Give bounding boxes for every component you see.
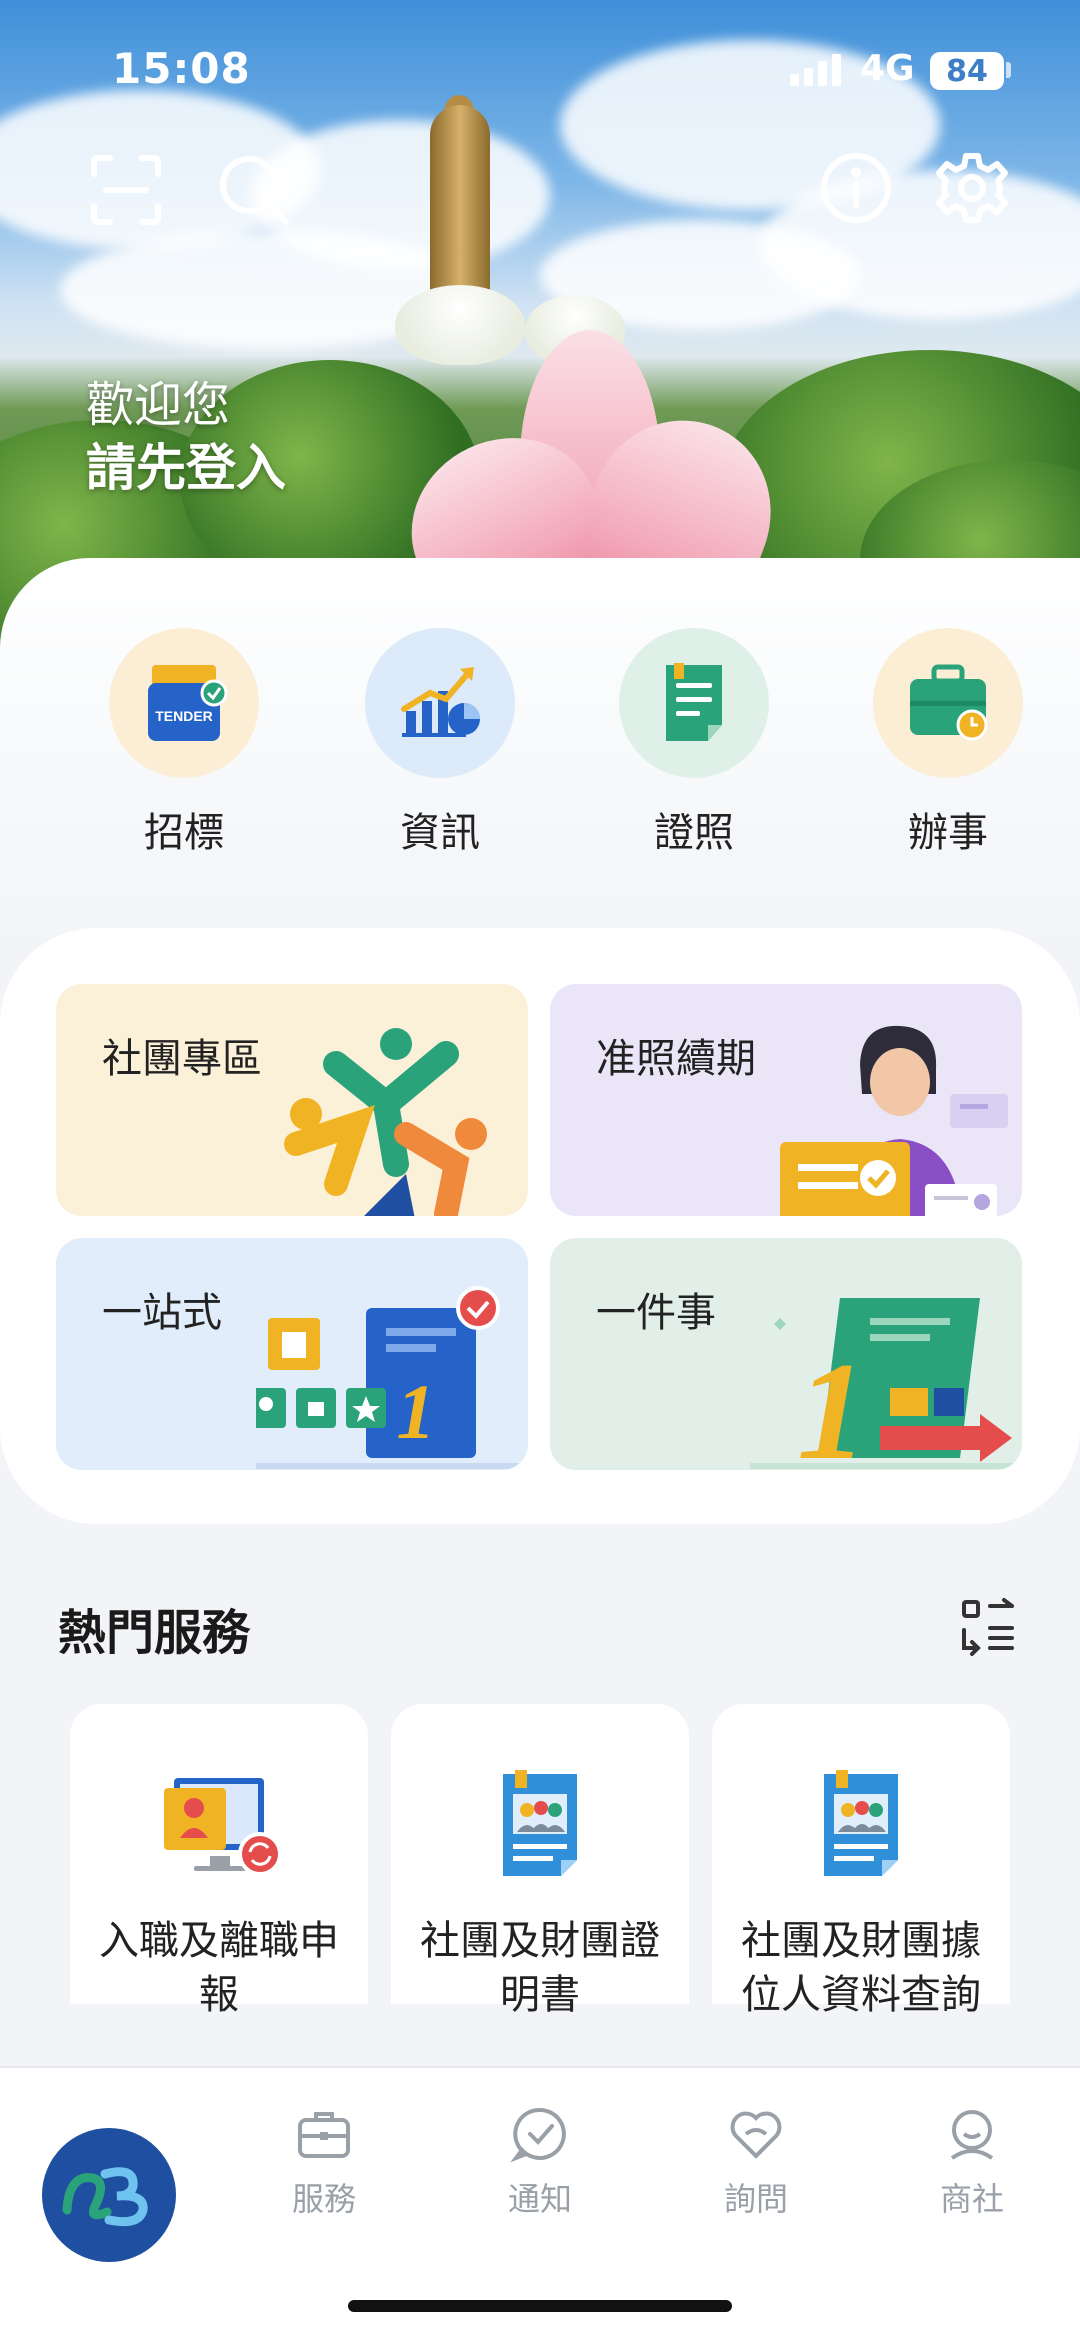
briefcase-icon xyxy=(873,628,1023,778)
service-label: 社團及財團證明書 xyxy=(420,1918,660,2018)
nav-label: 詢問 xyxy=(723,2180,788,2218)
tile-association-zone[interactable]: 社團專區 xyxy=(56,984,528,1216)
person-icon xyxy=(950,2110,994,2160)
svg-text:1: 1 xyxy=(797,1334,867,1470)
nav-services[interactable]: 服務 xyxy=(254,2104,394,2220)
tile-one-thing[interactable]: 一件事 1 xyxy=(550,1238,1022,1470)
tile-one-stop[interactable]: 一站式 1 xyxy=(56,1238,528,1470)
login-link[interactable]: 請先登入 xyxy=(86,428,286,500)
status-bar: 15:08 4G 84 xyxy=(0,0,1080,140)
chart-icon xyxy=(365,628,515,778)
employment-report-icon xyxy=(164,1778,282,1876)
quick-licence[interactable]: 證照 xyxy=(604,628,784,858)
nav-label: 商社 xyxy=(939,2180,1004,2218)
battery-icon: 84 xyxy=(930,52,1004,90)
tile-licence-renewal[interactable]: 准照續期 xyxy=(550,984,1022,1216)
signal-icon xyxy=(790,52,846,86)
nav-label: 通知 xyxy=(507,2180,572,2218)
bottom-nav: 服務 通知 詢問 商社 xyxy=(0,2066,1080,2337)
swap-layout-icon[interactable] xyxy=(958,1596,1018,1656)
app-logo-icon xyxy=(62,2167,148,2227)
quick-tender[interactable]: TENDER 招標 xyxy=(94,628,274,858)
quick-label: 證照 xyxy=(654,810,734,856)
briefcase-icon xyxy=(298,2112,350,2158)
search-icon[interactable] xyxy=(216,152,292,228)
heart-chat-icon xyxy=(730,2111,782,2159)
tender-icon: TENDER xyxy=(109,628,259,778)
nav-enquiry[interactable]: 詢問 xyxy=(686,2104,826,2220)
hot-services-title: 熱門服務 xyxy=(58,1605,251,1661)
tile-label: 一站式 xyxy=(102,1290,222,1336)
service-card-association-certificate[interactable]: 社團及財團證明書 xyxy=(391,1704,689,2018)
service-card-employment[interactable]: 入職及離職申報 xyxy=(70,1704,368,2018)
one-stop-icon: 1 xyxy=(256,1286,526,1469)
certificate-icon xyxy=(503,1770,577,1876)
quick-label: 資訊 xyxy=(400,810,480,856)
network-type: 4G xyxy=(860,48,915,89)
tender-badge: TENDER xyxy=(155,708,213,724)
info-icon[interactable] xyxy=(818,150,894,226)
nav-business[interactable]: 商社 xyxy=(902,2104,1042,2220)
status-time: 15:08 xyxy=(112,44,251,93)
quick-label: 招標 xyxy=(144,810,224,856)
svg-text:1: 1 xyxy=(397,1368,436,1455)
feature-tiles: 社團專區 准照續期 一站式 1 一件事 1 xyxy=(0,928,1080,1524)
quick-affairs[interactable]: 辦事 xyxy=(858,628,1038,858)
settings-icon[interactable] xyxy=(934,150,1010,226)
document-icon xyxy=(619,628,769,778)
quick-label: 辦事 xyxy=(908,810,988,856)
renewal-person-icon xyxy=(780,1025,1008,1216)
home-logo-button[interactable] xyxy=(42,2128,176,2262)
nav-notifications[interactable]: 通知 xyxy=(470,2104,610,2220)
tile-label: 一件事 xyxy=(596,1290,716,1336)
bell-check-icon xyxy=(510,2107,566,2163)
nav-label: 服務 xyxy=(291,2180,356,2218)
welcome-text: 歡迎您 xyxy=(86,377,231,433)
people-icon xyxy=(284,1028,487,1216)
holder-enquiry-icon xyxy=(824,1770,898,1876)
service-label: 入職及離職申報 xyxy=(99,1918,339,2018)
home-indicator[interactable] xyxy=(348,2300,732,2312)
service-label: 社團及財團據位人資料查詢 xyxy=(741,1918,981,2018)
quick-info[interactable]: 資訊 xyxy=(350,628,530,858)
tile-label: 准照續期 xyxy=(596,1036,756,1082)
one-thing-icon: 1 xyxy=(750,1298,1020,1470)
tile-label: 社團專區 xyxy=(102,1036,262,1082)
scan-icon[interactable] xyxy=(88,152,164,228)
quick-actions: TENDER 招標 資訊 證照 辦事 xyxy=(0,628,1080,868)
service-card-holder-enquiry[interactable]: 社團及財團據位人資料查詢 xyxy=(712,1704,1010,2018)
